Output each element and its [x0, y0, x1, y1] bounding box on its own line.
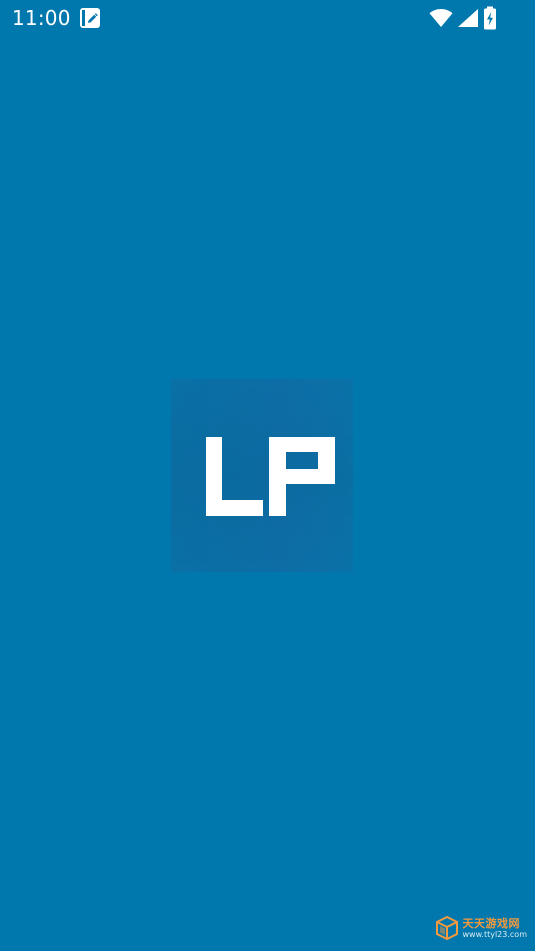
watermark-title: 天天游戏网	[462, 916, 521, 930]
app-logo	[171, 379, 353, 572]
watermark-url: www.ttyl23.com	[462, 929, 527, 939]
cube-logo-icon	[435, 915, 458, 941]
status-bar: 11:00	[0, 0, 535, 36]
wifi-icon	[429, 9, 453, 27]
cellular-signal-icon	[458, 9, 478, 27]
status-time: 11:00	[12, 6, 71, 30]
status-bar-left: 11:00	[12, 5, 101, 31]
splash-screen: 11:00 天天游戏网 www.ttyl23.com	[0, 0, 535, 951]
watermark: 天天游戏网 www.ttyl23.com	[434, 915, 527, 941]
battery-charging-icon	[484, 6, 496, 30]
logo-lp-glyphs	[206, 437, 335, 516]
status-bar-right	[429, 6, 497, 30]
notification-edit-icon	[79, 8, 100, 28]
